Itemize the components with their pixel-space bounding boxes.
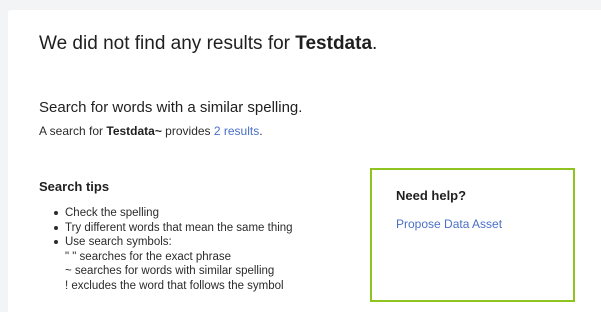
similar-suffix: . (259, 124, 263, 138)
similar-prefix: A search for (39, 124, 107, 138)
tip-item: Try different words that mean the same t… (54, 221, 293, 236)
tip-item-symbols: Use search symbols: " " searches for the… (54, 235, 293, 293)
no-results-title: We did not find any results for Testdata… (39, 31, 377, 57)
similar-middle: provides (161, 124, 214, 138)
tip-symbols-label: Use search symbols: (65, 236, 172, 248)
search-query: Testdata (295, 33, 373, 54)
similar-spelling-line: A search for Testdata~ provides 2 result… (39, 123, 263, 139)
fuzzy-query: Testdata~ (106, 124, 162, 138)
search-tips-heading: Search tips (39, 179, 110, 194)
search-symbols-list: " " searches for the exact phrase ~ sear… (65, 250, 293, 294)
similar-spelling-heading: Search for words with a similar spelling… (39, 99, 303, 116)
search-results-panel: We did not find any results for Testdata… (8, 10, 601, 312)
no-results-suffix: . (372, 33, 378, 54)
symbol-similar-spelling: ~ searches for words with similar spelli… (65, 265, 275, 277)
symbol-exclude: ! excludes the word that follows the sym… (65, 279, 284, 292)
search-tips-list: Check the spelling Try different words t… (54, 206, 293, 293)
need-help-heading: Need help? (396, 188, 467, 203)
need-help-box: Need help? Propose Data Asset (370, 168, 575, 302)
no-results-prefix: We did not find any results for (39, 33, 296, 54)
propose-data-asset-link[interactable]: Propose Data Asset (396, 216, 502, 232)
symbol-exact-phrase: " " searches for the exact phrase (65, 250, 232, 263)
similar-results-link[interactable]: 2 results (214, 124, 259, 138)
tip-item: Check the spelling (54, 206, 293, 221)
